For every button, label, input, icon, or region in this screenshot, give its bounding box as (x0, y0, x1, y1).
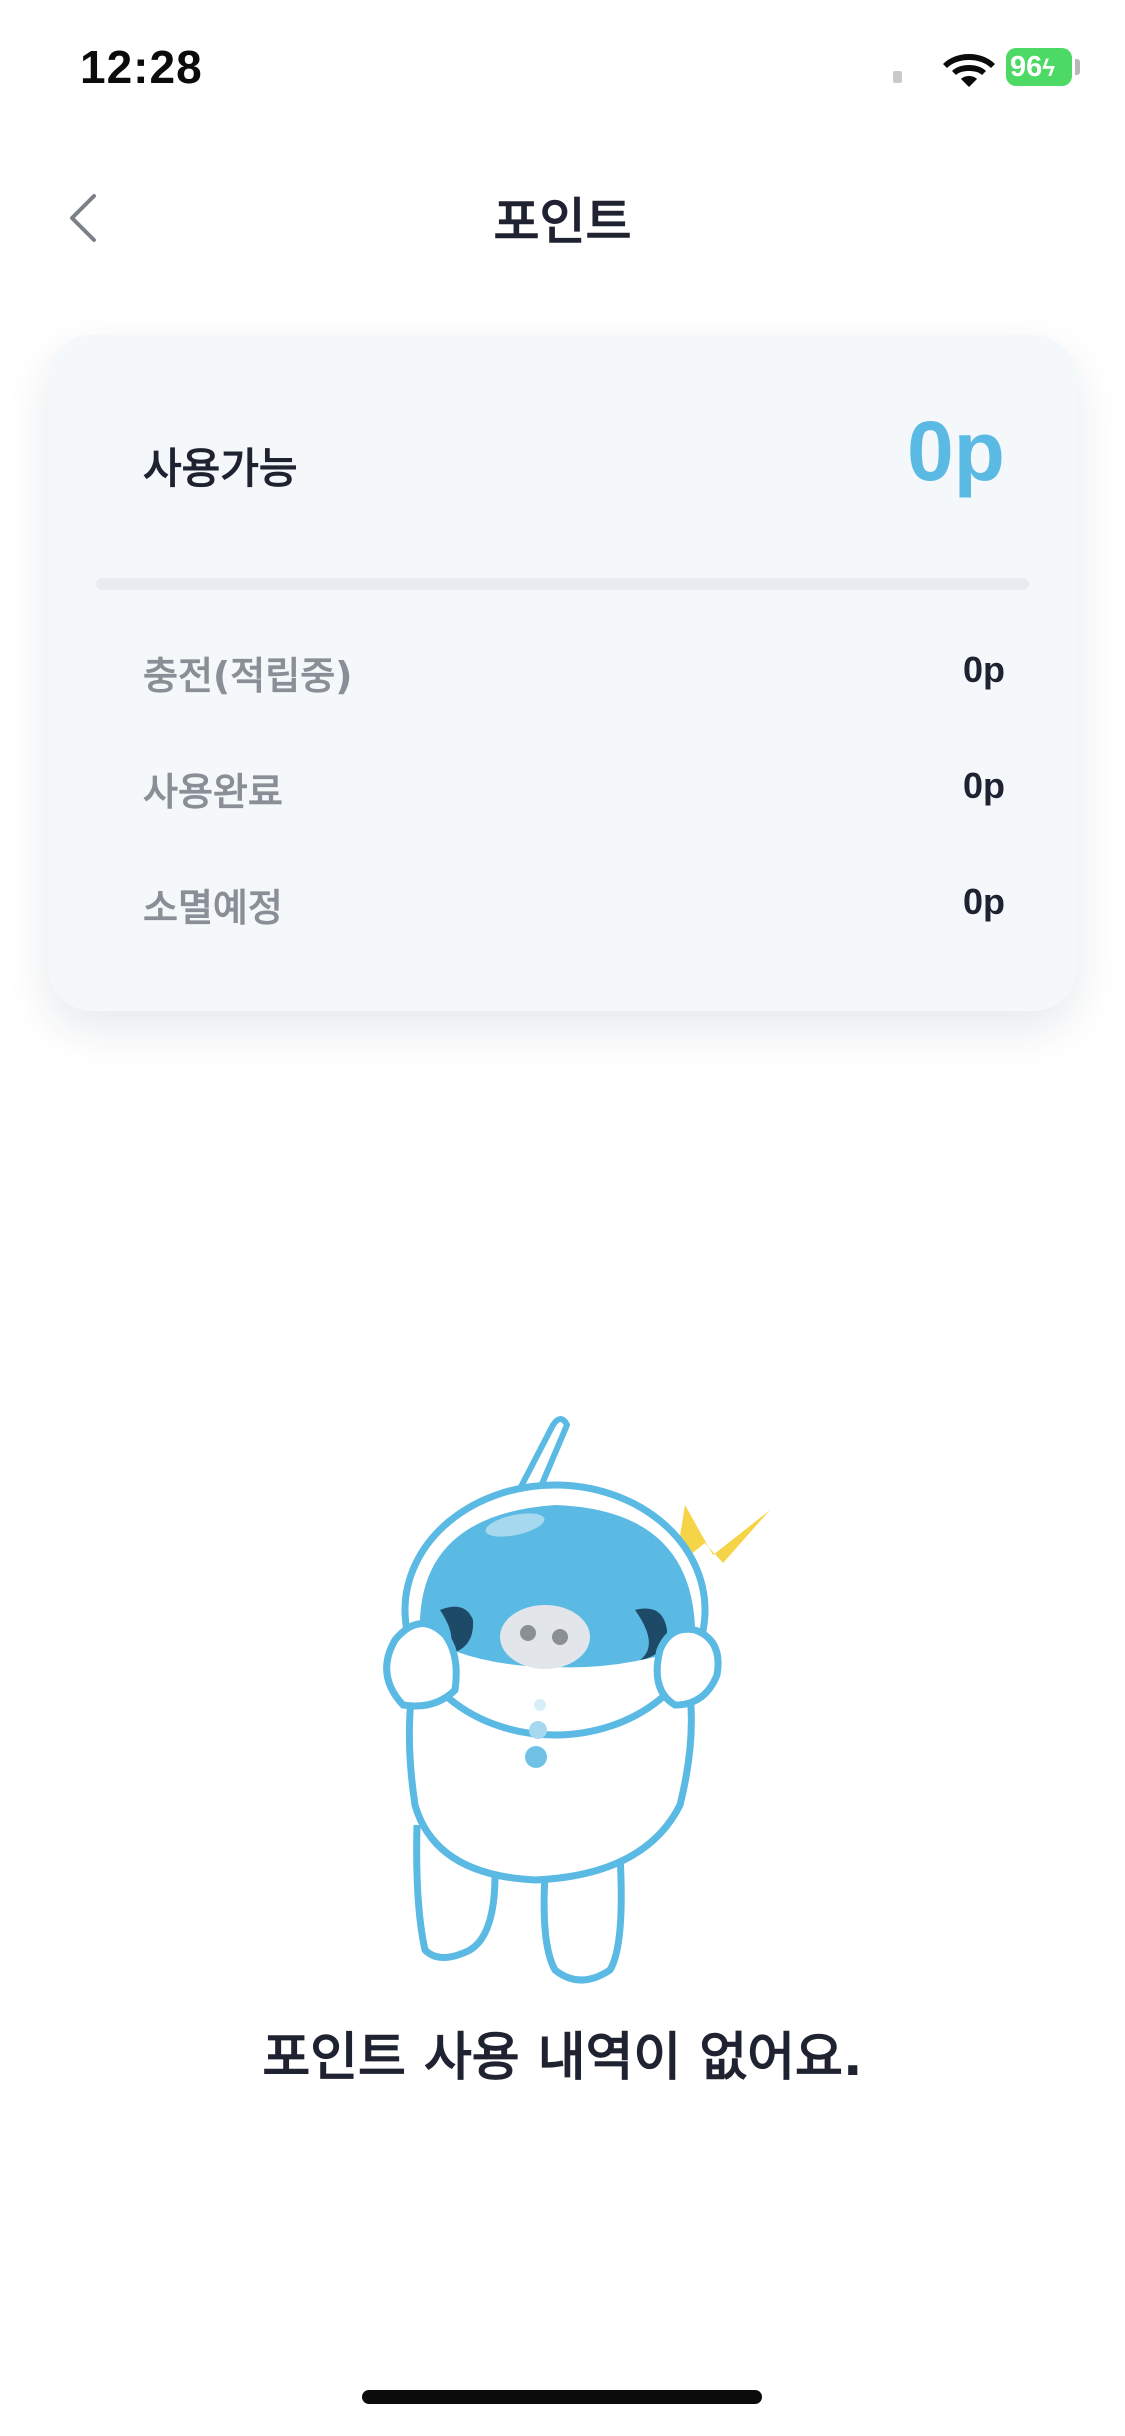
detail-row-expiring: 소멸예정 0p (143, 877, 1005, 937)
card-divider (96, 578, 1029, 590)
detail-label: 사용완료 (143, 770, 283, 814)
battery-indicator: 96ϟ (1006, 48, 1072, 86)
header: 포인트 (0, 160, 1125, 260)
status-bar: 12:28 96ϟ (0, 0, 1125, 140)
points-screen: 12:28 96ϟ 포인트 사용가능 0p 충전(적립중) 0p 사용완료 0p (0, 0, 1125, 2436)
page-title: 포인트 (493, 193, 632, 251)
battery-cap (1075, 59, 1080, 75)
status-time: 12:28 (80, 41, 203, 93)
points-summary-card: 사용가능 0p 충전(적립중) 0p 사용완료 0p 소멸예정 0p (48, 335, 1077, 1011)
home-indicator[interactable] (362, 2390, 762, 2404)
available-points-value: 0p (906, 404, 1005, 498)
detail-value: 0p (962, 765, 1005, 806)
detail-row-charging: 충전(적립중) 0p (143, 645, 1005, 705)
detail-label: 소멸예정 (143, 886, 283, 930)
cellular-signal-icon (893, 71, 902, 83)
detail-value: 0p (962, 881, 1005, 922)
charging-bolt-icon: ϟ (1042, 55, 1055, 82)
empty-state-message: 포인트 사용 내역이 없어요. (262, 2028, 863, 2088)
mascot-illustration (383, 1416, 770, 1984)
available-points-label: 사용가능 (143, 444, 298, 493)
wifi-icon (943, 54, 995, 87)
detail-value: 0p (962, 649, 1005, 690)
detail-row-used: 사용완료 0p (143, 761, 1005, 821)
detail-label: 충전(적립중) (143, 654, 353, 698)
battery-level: 96 (1010, 51, 1043, 83)
